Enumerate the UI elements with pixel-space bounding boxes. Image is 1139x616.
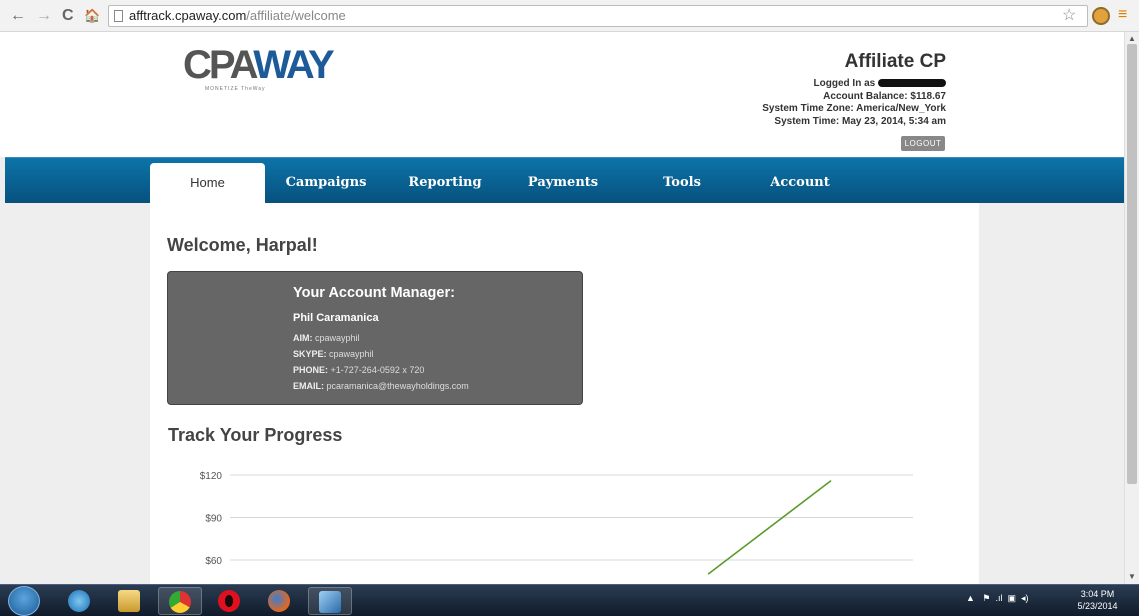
manager-heading: Your Account Manager:	[293, 285, 455, 301]
progress-chart: $120 $90 $60	[200, 471, 913, 575]
page-viewport: CPAWAY MONETIZE TheWay Affiliate CP Logg…	[0, 32, 1124, 584]
extension-icon[interactable]	[1092, 7, 1110, 25]
address-bar[interactable]: afftrack.cpaway.com/affiliate/welcome	[108, 5, 1088, 27]
account-balance: Account Balance: $118.67	[823, 90, 946, 102]
manager-email[interactable]: EMAIL: pcaramanica@thewayholdings.com	[293, 381, 469, 391]
taskbar-app[interactable]	[308, 587, 352, 615]
forward-button[interactable]: →	[36, 6, 52, 26]
scroll-down-icon[interactable]: ▼	[1128, 572, 1136, 581]
url-path: /affiliate/welcome	[246, 8, 346, 23]
cpaway-logo[interactable]: CPAWAY MONETIZE TheWay	[183, 43, 335, 94]
nav-campaigns[interactable]: Campaigns	[270, 163, 382, 204]
taskbar-ie[interactable]	[58, 587, 102, 615]
bookmark-star-icon[interactable]: ☆	[1062, 5, 1076, 25]
system-time: System Time: May 23, 2014, 5:34 am	[774, 115, 946, 127]
taskbar-explorer[interactable]	[108, 587, 152, 615]
page-icon	[114, 10, 123, 22]
reload-button[interactable]: C	[62, 6, 74, 26]
left-gutter	[5, 203, 150, 584]
logout-button[interactable]: LOGOUT	[901, 136, 945, 151]
url-host: afftrack.cpaway.com	[129, 8, 247, 23]
taskbar-firefox[interactable]	[258, 587, 302, 615]
account-info: Affiliate CP Logged In as Account Balanc…	[762, 50, 946, 128]
account-manager-card: Your Account Manager: Phil Caramanica AI…	[167, 271, 583, 405]
nav-reporting[interactable]: Reporting	[390, 163, 500, 204]
logged-in-line: Logged In as	[762, 78, 946, 91]
app-icon	[319, 591, 341, 613]
system-tray[interactable]: ▲ ⚑ .ıl ▣ ◂)	[966, 593, 1029, 604]
welcome-heading: Welcome, Harpal!	[167, 235, 318, 255]
main-content: Welcome, Harpal! Your Account Manager: P…	[150, 203, 979, 584]
firefox-icon	[268, 590, 290, 612]
y-tick-label-90: $90	[205, 514, 222, 525]
opera-icon	[218, 590, 240, 612]
back-button[interactable]: ←	[10, 6, 26, 26]
manager-aim: AIM: cpawayphil	[293, 333, 360, 343]
ie-icon	[68, 590, 90, 612]
main-nav: Home Campaigns Reporting Payments Tools …	[5, 157, 1124, 204]
manager-name: Phil Caramanica	[293, 312, 379, 324]
clock-time: 3:04 PM	[1080, 589, 1115, 599]
y-tick-label-120: $120	[200, 471, 223, 482]
nav-account[interactable]: Account	[745, 163, 855, 204]
progress-heading: Track Your Progress	[168, 425, 343, 445]
scroll-up-icon[interactable]: ▲	[1128, 34, 1136, 43]
taskbar-clock[interactable]: 3:04 PM 5/23/2014	[1070, 588, 1125, 612]
logo-cpa: CPA	[183, 43, 256, 87]
y-tick-label-60: $60	[205, 556, 222, 567]
vertical-scrollbar[interactable]: ▲ ▼	[1124, 32, 1139, 584]
scroll-thumb[interactable]	[1127, 44, 1137, 484]
taskbar-opera[interactable]	[208, 587, 252, 615]
site-header: CPAWAY MONETIZE TheWay Affiliate CP Logg…	[0, 32, 1124, 157]
browser-menu-icon[interactable]: ≡	[1118, 6, 1127, 24]
manager-phone: PHONE: +1-727-264-0592 x 720	[293, 365, 425, 375]
redacted-username	[878, 79, 946, 88]
manager-skype: SKYPE: cpawayphil	[293, 349, 374, 359]
nav-payments[interactable]: Payments	[508, 163, 618, 204]
taskbar-chrome[interactable]	[158, 587, 202, 615]
nav-home[interactable]: Home	[150, 163, 265, 204]
page-title: Affiliate CP	[844, 51, 946, 72]
chrome-icon	[169, 591, 191, 613]
logo-way: WAY	[253, 43, 334, 87]
file-explorer-icon	[118, 590, 140, 612]
start-button[interactable]	[8, 586, 40, 616]
browser-toolbar: ← → C 🏠 afftrack.cpaway.com/affiliate/we…	[0, 0, 1139, 32]
nav-tools[interactable]: Tools	[627, 163, 737, 204]
clock-date: 5/23/2014	[1077, 601, 1118, 611]
home-button[interactable]: 🏠	[84, 6, 100, 26]
windows-taskbar: ▲ ⚑ .ıl ▣ ◂) 3:04 PM 5/23/2014	[0, 584, 1139, 616]
system-timezone: System Time Zone: America/New_York	[762, 103, 946, 114]
